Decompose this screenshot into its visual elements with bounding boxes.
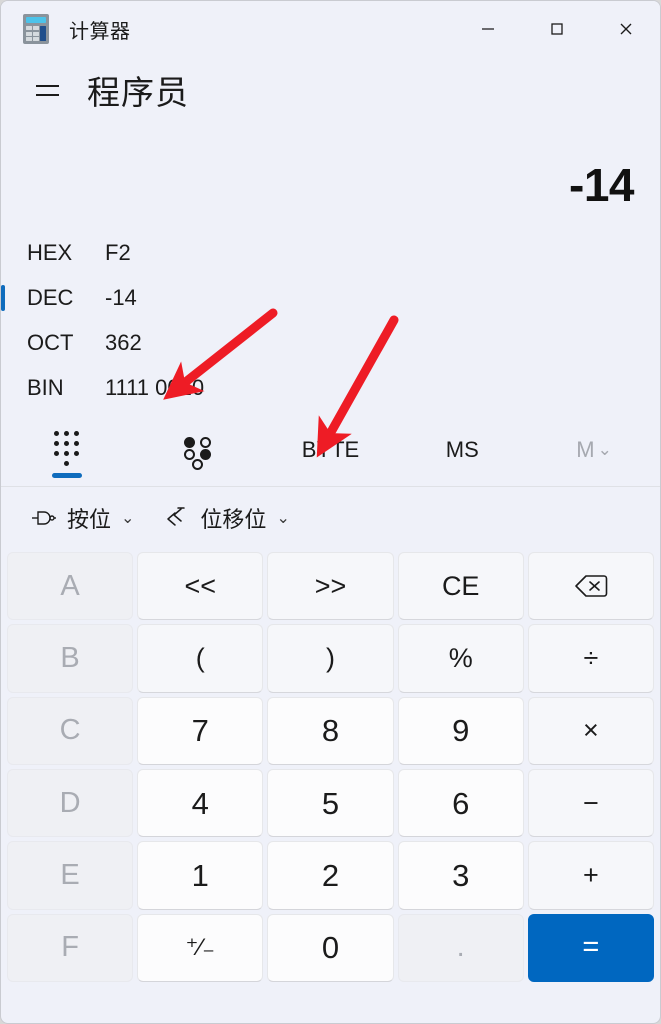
radix-row-bin[interactable]: BIN 1111 0010 xyxy=(1,365,660,410)
memory-dropdown-button[interactable]: M ⌄ xyxy=(528,414,660,486)
chevron-down-icon: ⌄ xyxy=(121,510,135,527)
close-icon[interactable] xyxy=(591,1,660,57)
key-9[interactable]: 9 xyxy=(397,696,524,765)
key-paren-close[interactable]: ) xyxy=(267,624,394,693)
mode-header: 程序员 xyxy=(1,57,660,123)
chevron-down-icon: ⌄ xyxy=(597,440,612,459)
bit-shift-label: 位移位 xyxy=(200,507,267,532)
key-hex-b[interactable]: B xyxy=(7,624,134,693)
key-paren-open[interactable]: ( xyxy=(137,624,264,693)
key-hex-f[interactable]: F xyxy=(7,913,134,982)
radix-label: DEC xyxy=(27,284,74,310)
key-shift-right[interactable]: >> xyxy=(267,552,394,621)
key-subtract[interactable]: − xyxy=(527,769,654,838)
radix-row-hex[interactable]: HEX F2 xyxy=(1,230,660,275)
window-title: 计算器 xyxy=(69,20,131,43)
keypad: A << >> CE B ( ) % ÷ C 7 8 9 × D 4 5 6 −… xyxy=(1,549,660,989)
key-clear-entry[interactable]: CE xyxy=(397,552,524,621)
active-indicator xyxy=(184,473,214,478)
key-2[interactable]: 2 xyxy=(267,841,394,910)
logic-gate-icon xyxy=(32,511,56,525)
display-value: -14 xyxy=(569,159,634,211)
bitwise-label: 按位 xyxy=(67,507,112,532)
maximize-icon[interactable] xyxy=(522,1,591,57)
key-equals[interactable]: = xyxy=(527,913,654,982)
key-8[interactable]: 8 xyxy=(267,696,394,765)
toolbar-keypad-toggle[interactable] xyxy=(1,414,133,486)
bitwise-dropdown[interactable]: 按位 ⌄ xyxy=(21,496,144,540)
toolbar-bit-toggle[interactable] xyxy=(133,414,265,486)
key-7[interactable]: 7 xyxy=(137,696,264,765)
radix-label: OCT xyxy=(27,329,74,355)
selection-indicator xyxy=(1,240,5,266)
key-shift-left[interactable]: << xyxy=(137,552,264,621)
key-sign-toggle[interactable]: ⁺∕₋ xyxy=(137,913,264,982)
bit-shift-icon xyxy=(167,507,186,526)
radix-label: BIN xyxy=(27,374,64,400)
bit-shift-dropdown[interactable]: 位移位 ⌄ xyxy=(154,496,299,540)
key-hex-d[interactable]: D xyxy=(7,769,134,838)
memory-store-button[interactable]: MS xyxy=(396,414,528,486)
key-backspace[interactable] xyxy=(527,552,654,621)
radix-value: 362 xyxy=(105,329,142,355)
key-add[interactable]: + xyxy=(527,841,654,910)
key-4[interactable]: 4 xyxy=(137,769,264,838)
active-indicator xyxy=(51,473,82,478)
window-controls xyxy=(453,1,660,57)
key-0[interactable]: 0 xyxy=(267,913,394,982)
chevron-down-icon: ⌄ xyxy=(276,510,290,527)
key-6[interactable]: 6 xyxy=(397,769,524,838)
word-size-label: BYTE xyxy=(301,437,360,462)
display-area: -14 xyxy=(1,123,660,208)
key-divide[interactable]: ÷ xyxy=(527,624,654,693)
radix-value: F2 xyxy=(105,239,131,265)
active-indicator xyxy=(447,473,477,478)
key-decimal[interactable]: . xyxy=(397,913,524,982)
bit-toggle-icon xyxy=(182,433,216,470)
backspace-icon xyxy=(575,575,608,597)
memory-dropdown-label: M xyxy=(576,437,595,462)
calculator-icon xyxy=(23,14,49,44)
memory-store-label: MS xyxy=(445,437,479,462)
calculator-window: 计算器 程序员 -14 HEX F2 DEC -14 OCT 362 BIN 1… xyxy=(0,0,661,1024)
page-title: 程序员 xyxy=(87,74,189,111)
radix-label: HEX xyxy=(27,239,73,265)
title-bar: 计算器 xyxy=(1,1,660,57)
radix-row-oct[interactable]: OCT 362 xyxy=(1,320,660,365)
bitwise-toolbar: 按位 ⌄ 位移位 ⌄ xyxy=(1,487,660,549)
active-indicator xyxy=(315,473,345,478)
selection-indicator xyxy=(1,284,5,311)
radix-row-dec[interactable]: DEC -14 xyxy=(1,275,660,320)
active-indicator xyxy=(579,473,609,478)
selection-indicator xyxy=(1,330,5,356)
key-hex-e[interactable]: E xyxy=(7,841,134,910)
key-percent[interactable]: % xyxy=(397,624,524,693)
radix-value: 1111 0010 xyxy=(105,374,205,400)
radix-list: HEX F2 DEC -14 OCT 362 BIN 1111 0010 xyxy=(1,208,660,414)
key-hex-a[interactable]: A xyxy=(7,552,134,621)
display-toolbar: BYTE MS M ⌄ xyxy=(1,414,660,487)
hamburger-menu-icon[interactable] xyxy=(27,70,67,110)
keypad-dots-icon xyxy=(54,430,80,466)
key-hex-c[interactable]: C xyxy=(7,696,134,765)
key-3[interactable]: 3 xyxy=(397,841,524,910)
radix-value: -14 xyxy=(105,284,137,310)
toolbar-word-size-byte[interactable]: BYTE xyxy=(265,414,397,486)
key-5[interactable]: 5 xyxy=(267,769,394,838)
minimize-icon[interactable] xyxy=(453,1,522,57)
key-1[interactable]: 1 xyxy=(137,841,264,910)
key-multiply[interactable]: × xyxy=(527,696,654,765)
selection-indicator xyxy=(1,375,5,401)
